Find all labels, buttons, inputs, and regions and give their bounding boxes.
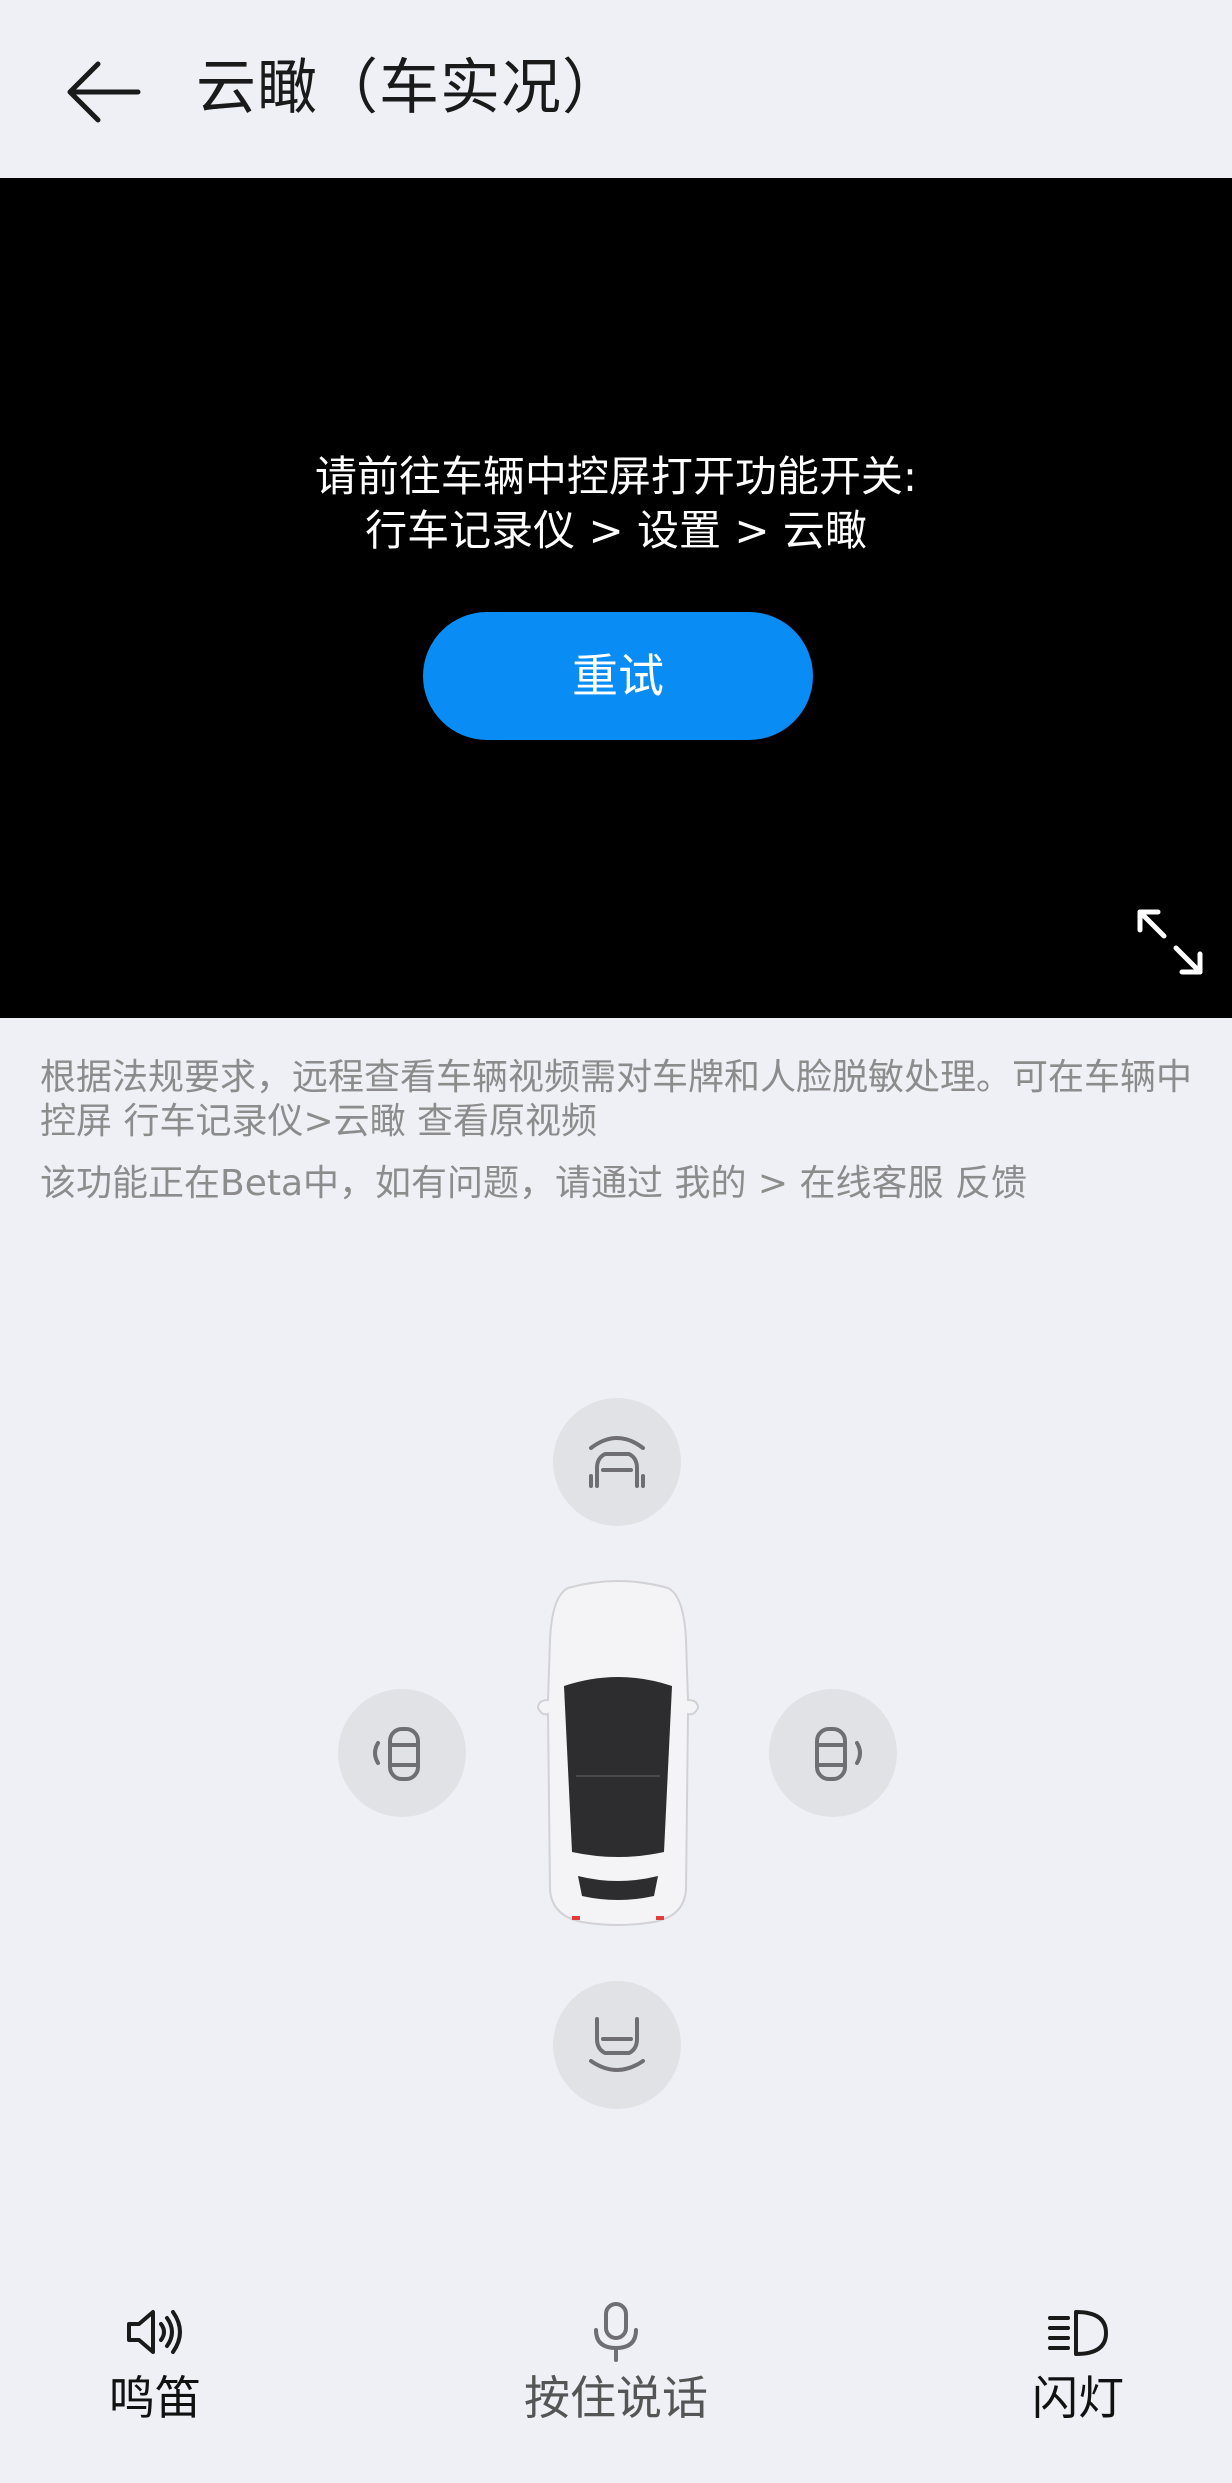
push-to-talk-label: 按住说话	[524, 2371, 708, 2425]
back-button[interactable]	[56, 44, 152, 140]
car-top-view-image	[536, 1580, 700, 1926]
expand-icon	[1137, 909, 1203, 975]
front-camera-icon	[589, 1436, 645, 1488]
video-message-line2: 行车记录仪 > 设置 > 云瞰	[365, 506, 867, 555]
right-camera-button[interactable]	[769, 1689, 897, 1817]
push-to-talk-button[interactable]: 按住说话	[506, 2300, 726, 2440]
left-camera-icon	[373, 1727, 420, 1781]
video-message-line1: 请前往车辆中控屏打开功能开关:	[314, 452, 918, 501]
horn-label: 鸣笛	[109, 2371, 201, 2425]
fullscreen-button[interactable]	[1132, 904, 1208, 980]
retry-button[interactable]: 重试	[423, 612, 813, 740]
privacy-notice: 根据法规要求，远程查看车辆视频需对车牌和人脸脱敏处理。可在车辆中控屏 行车记录仪…	[40, 1057, 1193, 1142]
rear-camera-icon	[589, 2017, 645, 2072]
headlight-icon	[1048, 2310, 1108, 2356]
horn-button[interactable]: 鸣笛	[95, 2300, 215, 2440]
left-camera-button[interactable]	[338, 1689, 466, 1817]
flash-lights-label: 闪灯	[1032, 2371, 1124, 2425]
video-message: 请前往车辆中控屏打开功能开关: 行车记录仪 > 设置 > 云瞰	[0, 450, 1232, 558]
rear-camera-button[interactable]	[553, 1981, 681, 2109]
speaker-icon	[127, 2310, 182, 2354]
beta-notice: 该功能正在Beta中，如有问题，请通过 我的 > 在线客服 反馈	[40, 1163, 1027, 1204]
video-panel: 请前往车辆中控屏打开功能开关: 行车记录仪 > 设置 > 云瞰 重试	[0, 178, 1232, 1018]
front-camera-button[interactable]	[553, 1398, 681, 1526]
arrow-left-icon	[67, 61, 141, 123]
car-top-view	[536, 1580, 700, 1926]
top-bar: 云瞰（车实况）	[0, 0, 1232, 178]
microphone-icon	[594, 2302, 638, 2362]
page-title: 云瞰（车实况）	[196, 53, 623, 123]
right-camera-icon	[815, 1727, 862, 1781]
flash-lights-button[interactable]: 闪灯	[1018, 2300, 1138, 2440]
